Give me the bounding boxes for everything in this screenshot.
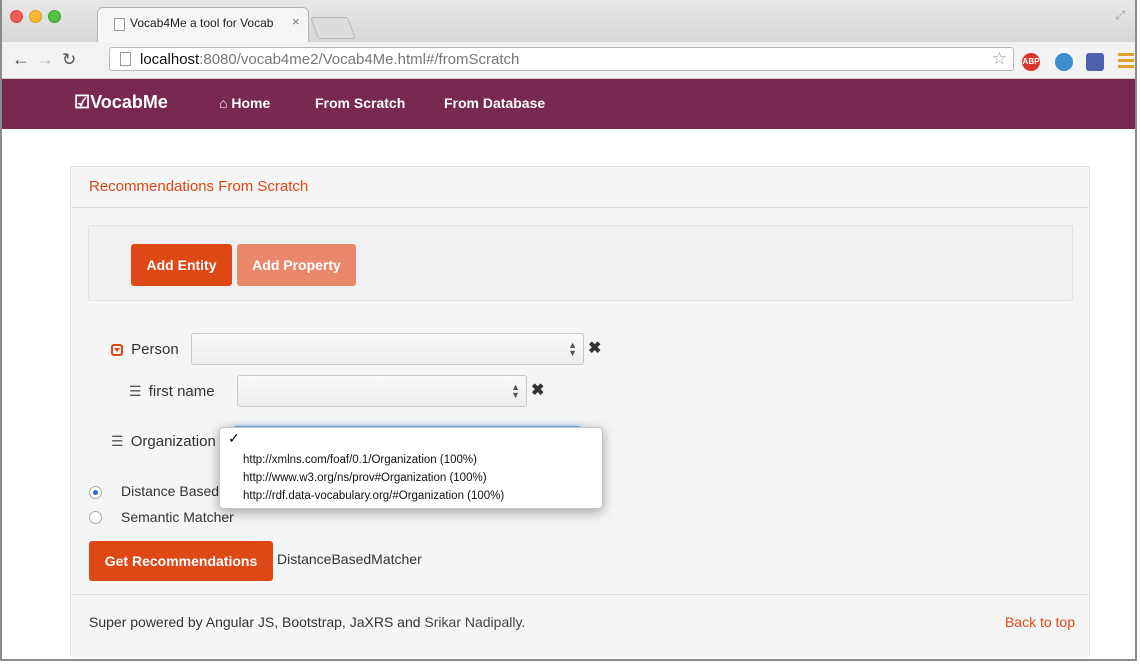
globe-extension-icon[interactable] — [1055, 53, 1073, 71]
panel-body: Add Entity Add Property Person ▲ ▼ ✖ ☰ fi… — [71, 208, 1089, 594]
tab-title: Vocab4Me a tool for Vocab — [130, 16, 274, 30]
reload-icon[interactable]: ↻ — [62, 50, 76, 70]
property-label: first name — [148, 383, 215, 400]
select-arrows-icon: ▲ ▼ — [568, 340, 577, 358]
collapse-caret-icon[interactable] — [111, 344, 123, 356]
nav-from-scratch-link[interactable]: From Scratch — [315, 95, 405, 111]
remove-property-icon[interactable]: ✖ — [531, 380, 544, 400]
forward-arrow-icon[interactable]: → — [36, 49, 54, 70]
entity-label: Person — [131, 341, 179, 358]
semantic-matcher-radio[interactable] — [89, 511, 102, 524]
tab-strip: Vocab4Me a tool for Vocab × ⤢ — [2, 0, 1135, 43]
organization-row: ☰ Organization — [111, 433, 216, 450]
footer-author: Srikar Nadipally. — [424, 614, 526, 630]
address-bar[interactable]: localhost:8080/vocab4me2/Vocab4Me.html#/… — [109, 47, 1014, 71]
footer-text: Super powered by Angular JS, Bootstrap, … — [89, 614, 421, 630]
fullscreen-icon[interactable]: ⤢ — [1115, 8, 1125, 23]
property-select[interactable]: ▲ ▼ — [237, 375, 527, 407]
browser-window: Vocab4Me a tool for Vocab × ⤢ ← → ↻ loca… — [0, 0, 1137, 661]
browser-toolbar: ← → ↻ localhost:8080/vocab4me2/Vocab4Me.… — [2, 42, 1135, 79]
url-path: :8080/vocab4me2/Vocab4Me.html#/fromScrat… — [199, 51, 520, 68]
remove-entity-icon[interactable]: ✖ — [588, 338, 601, 358]
organization-label: Organization — [130, 433, 216, 450]
image-extension-icon[interactable] — [1086, 53, 1104, 71]
nav-from-database-link[interactable]: From Database — [444, 95, 545, 111]
adblock-extension-icon[interactable]: ABP — [1022, 53, 1040, 71]
property-row: ☰ first name — [129, 383, 215, 400]
footer-credits: Super powered by Angular JS, Bootstrap, … — [89, 614, 525, 630]
nav-home-link[interactable]: ⌂ Home — [219, 95, 270, 111]
entity-row: Person — [111, 341, 179, 358]
add-property-button[interactable]: Add Property — [237, 244, 356, 286]
page-favicon-icon — [114, 18, 125, 31]
get-recommendations-button[interactable]: Get Recommendations — [89, 541, 273, 581]
semantic-matcher-label[interactable]: Semantic Matcher — [121, 509, 234, 525]
panel-heading: Recommendations From Scratch — [71, 167, 1089, 208]
back-arrow-icon[interactable]: ← — [12, 49, 30, 70]
home-icon: ⌂ — [219, 95, 228, 111]
distance-matcher-radio[interactable] — [89, 486, 102, 499]
add-entity-button[interactable]: Add Entity — [131, 244, 232, 286]
brand-check-icon: ☑ — [74, 92, 91, 112]
entity-select[interactable]: ▲ ▼ — [191, 333, 584, 365]
select-arrows-icon: ▲ ▼ — [511, 382, 520, 400]
close-window-button[interactable] — [10, 10, 23, 23]
list-icon: ☰ — [129, 383, 142, 399]
dropdown-option[interactable]: http://xmlns.com/foaf/0.1/Organization (… — [243, 454, 477, 466]
organization-dropdown-menu: ✓ http://xmlns.com/foaf/0.1/Organization… — [219, 427, 603, 509]
nav-home-label: Home — [231, 95, 271, 111]
panel-footer: Super powered by Angular JS, Bootstrap, … — [71, 594, 1089, 658]
minimize-window-button[interactable] — [29, 10, 42, 23]
page-icon — [120, 52, 131, 66]
browser-menu-icon[interactable] — [1118, 53, 1134, 71]
action-well: Add Entity Add Property — [88, 225, 1073, 301]
dropdown-option[interactable]: http://rdf.data-vocabulary.org/#Organiza… — [243, 490, 504, 502]
new-tab-button[interactable] — [309, 17, 357, 39]
bookmark-star-icon[interactable]: ☆ — [992, 49, 1007, 69]
url-host: localhost — [140, 51, 200, 68]
url-text: localhost:8080/vocab4me2/Vocab4Me.html#/… — [140, 51, 519, 68]
app-navbar: ☑VocabMe ⌂ Home From Scratch From Databa… — [2, 79, 1135, 129]
dropdown-option[interactable]: http://www.w3.org/ns/prov#Organization (… — [243, 472, 487, 484]
tab-close-icon[interactable]: × — [292, 14, 300, 29]
panel-title: Recommendations From Scratch — [89, 178, 309, 195]
back-to-top-link[interactable]: Back to top — [1005, 614, 1075, 630]
maximize-window-button[interactable] — [48, 10, 61, 23]
recommendations-panel: Recommendations From Scratch Add Entity … — [70, 166, 1090, 658]
checkmark-icon: ✓ — [228, 430, 240, 446]
brand-logo[interactable]: ☑VocabMe — [74, 92, 168, 113]
brand-name: VocabMe — [90, 92, 168, 112]
selected-matcher-text: DistanceBasedMatcher — [277, 551, 422, 567]
list-icon: ☰ — [111, 433, 124, 449]
